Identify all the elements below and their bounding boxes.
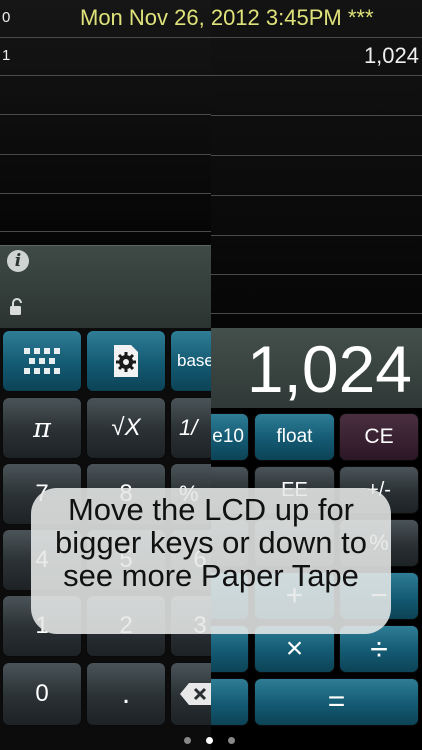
tape-rule xyxy=(211,313,422,314)
equals-button[interactable]: = xyxy=(254,678,419,726)
key-partial[interactable] xyxy=(211,678,249,726)
tape-rule xyxy=(211,75,422,76)
tape-rule xyxy=(211,37,422,38)
lcd-display-collapsed[interactable] xyxy=(0,245,211,328)
tape-rule xyxy=(0,231,211,232)
reciprocal-button[interactable]: 1/ xyxy=(170,397,211,459)
digit-0-button[interactable]: 0 xyxy=(2,662,82,726)
grid-button[interactable] xyxy=(2,330,82,392)
clear-entry-button[interactable]: CE xyxy=(339,413,419,461)
lock-icon[interactable] xyxy=(9,298,27,316)
keypad-pane-left: 0 1 i base π √X 1/ 7 8 xyxy=(0,0,211,750)
tape-row-index: 0 xyxy=(2,9,11,26)
page-dot[interactable] xyxy=(184,737,191,744)
tape-row-index: 1 xyxy=(2,47,11,64)
tape-rule xyxy=(0,154,211,155)
base-button[interactable]: base xyxy=(170,330,211,392)
tape-rule xyxy=(211,235,422,236)
grid-icon xyxy=(24,348,60,374)
tape-rule xyxy=(0,37,211,38)
decimal-point-button[interactable]: . xyxy=(86,662,166,726)
pi-button[interactable]: π xyxy=(2,397,82,459)
hint-overlay: Move the LCD up for bigger keys or down … xyxy=(31,488,391,634)
tape-rule xyxy=(0,193,211,194)
square-root-button[interactable]: √X xyxy=(86,397,166,459)
tape-rule xyxy=(211,155,422,156)
settings-button[interactable] xyxy=(86,330,166,392)
backspace-button[interactable] xyxy=(170,662,211,726)
gear-document-icon xyxy=(114,345,138,377)
tape-rule xyxy=(211,195,422,196)
tape-rule xyxy=(0,114,211,115)
date-time-label: Mon Nov 26, 2012 3:45PM *** xyxy=(80,5,374,30)
tape-rule xyxy=(211,274,422,275)
backspace-icon xyxy=(180,683,211,705)
page-dot[interactable] xyxy=(228,737,235,744)
tape-entry-value: 1,024 xyxy=(363,43,419,68)
page-dot-active[interactable] xyxy=(206,737,213,744)
keypad-pane-right: 1,024 1,024 e10 float CE EE +/- % + − × … xyxy=(211,0,422,750)
float-button[interactable]: float xyxy=(254,413,335,461)
e10-button[interactable]: e10 xyxy=(211,413,249,461)
info-icon[interactable]: i xyxy=(7,250,29,272)
tape-rule xyxy=(211,115,422,116)
tape-rule xyxy=(0,75,211,76)
display-value: 1,024 xyxy=(246,332,412,406)
